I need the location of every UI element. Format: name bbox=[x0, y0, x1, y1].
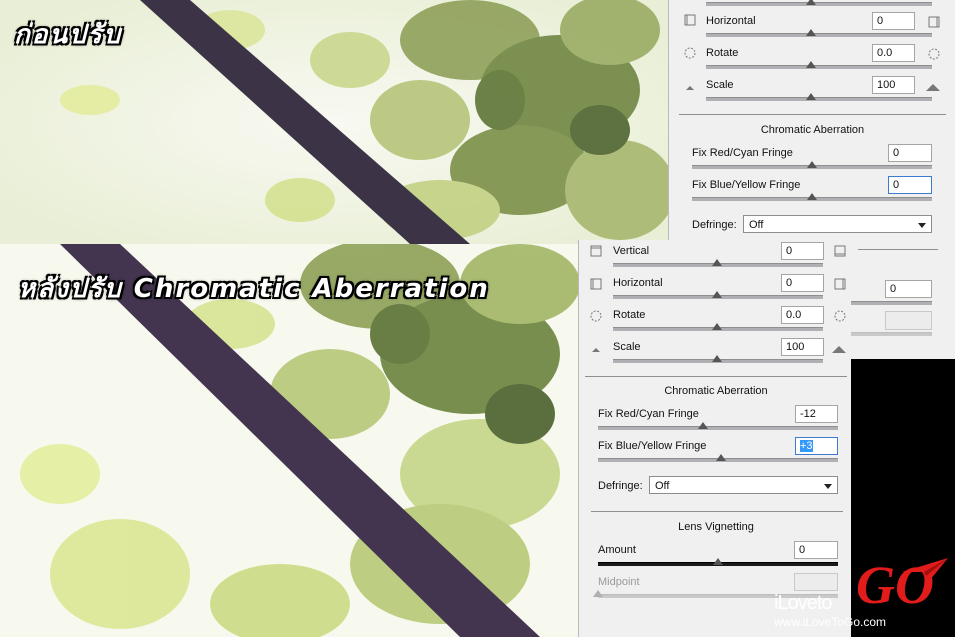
fix-red-cyan-slider-thumb[interactable] bbox=[807, 161, 817, 168]
chevron-down-icon bbox=[824, 484, 832, 489]
fix-red-cyan-row: Fix Red/Cyan Fringe -12 bbox=[598, 405, 843, 425]
horizontal-perspective-left-icon[interactable] bbox=[589, 277, 603, 291]
section-divider bbox=[679, 114, 946, 115]
fix-red-cyan-label: Fix Red/Cyan Fringe bbox=[598, 408, 699, 420]
fix-red-cyan-slider-track[interactable] bbox=[598, 426, 838, 430]
after-label: หลังปรับ Chromatic Aberration bbox=[18, 274, 490, 304]
rotate-right-icon[interactable] bbox=[927, 47, 941, 61]
rotate-slider-thumb[interactable] bbox=[712, 323, 722, 330]
chromatic-aberration-title: Chromatic Aberration bbox=[664, 385, 768, 397]
horizontal-label: Horizontal bbox=[613, 277, 663, 289]
rotate-label: Rotate bbox=[613, 309, 646, 321]
scale-up-icon[interactable] bbox=[925, 80, 940, 94]
fix-blue-yellow-slider-thumb[interactable] bbox=[716, 454, 726, 461]
partial-disabled-slider-track bbox=[840, 332, 932, 336]
scale-slider-track[interactable] bbox=[706, 97, 932, 101]
rotate-left-icon[interactable] bbox=[589, 309, 603, 323]
horizontal-slider-track[interactable] bbox=[706, 33, 932, 37]
fix-red-cyan-input[interactable]: -12 bbox=[795, 405, 838, 423]
horizontal-value-input[interactable]: 0 bbox=[872, 12, 915, 30]
chevron-down-icon bbox=[918, 223, 926, 228]
lens-corrections-panel-before-partial: 0 bbox=[840, 244, 955, 359]
iloveto-go-logo: iLoveto GO www.iLoveToGo.com bbox=[772, 556, 955, 637]
amount-label: Amount bbox=[598, 544, 636, 556]
horizontal-slider-thumb[interactable] bbox=[806, 29, 816, 36]
section-divider bbox=[585, 376, 847, 377]
horizontal-perspective-right-icon[interactable] bbox=[833, 277, 847, 291]
partial-slider-track[interactable] bbox=[840, 301, 932, 305]
vertical-perspective-bottom-icon[interactable] bbox=[833, 244, 847, 258]
rotate-label: Rotate bbox=[706, 47, 739, 59]
fix-blue-yellow-slider-thumb[interactable] bbox=[807, 193, 817, 200]
rotate-value-input[interactable]: 0.0 bbox=[872, 44, 915, 62]
midpoint-slider-thumb bbox=[593, 590, 603, 597]
section-divider bbox=[858, 249, 938, 250]
defringe-select[interactable]: Off bbox=[649, 476, 838, 494]
fix-red-cyan-label: Fix Red/Cyan Fringe bbox=[692, 147, 793, 159]
horizontal-row: Horizontal 0 bbox=[706, 12, 936, 32]
horizontal-label: Horizontal bbox=[706, 15, 756, 27]
defringe-label: Defringe: bbox=[692, 219, 737, 231]
horizontal-perspective-left-icon[interactable] bbox=[683, 13, 697, 27]
rotate-row: Rotate 0.0 bbox=[706, 44, 936, 64]
rotate-value-input[interactable]: 0.0 bbox=[781, 306, 824, 324]
rotate-left-icon[interactable] bbox=[683, 46, 697, 60]
slider-thumb[interactable] bbox=[806, 0, 816, 5]
vertical-value-input[interactable]: 0 bbox=[781, 242, 824, 260]
scale-up-icon[interactable] bbox=[831, 342, 846, 356]
fix-blue-yellow-label: Fix Blue/Yellow Fringe bbox=[692, 179, 801, 191]
scale-slider-thumb[interactable] bbox=[712, 355, 722, 362]
fix-red-cyan-input[interactable]: 0 bbox=[888, 144, 932, 162]
scale-value-input[interactable]: 100 bbox=[781, 338, 824, 356]
defringe-label: Defringe: bbox=[598, 480, 643, 492]
before-label: ก่อนปรับ bbox=[14, 20, 123, 50]
vertical-perspective-top-icon[interactable] bbox=[589, 244, 603, 258]
fix-blue-yellow-selected-text: +3 bbox=[800, 440, 813, 452]
amount-slider-thumb[interactable] bbox=[713, 558, 723, 565]
defringe-selected-value: Off bbox=[749, 219, 764, 231]
scale-down-icon[interactable] bbox=[589, 342, 603, 356]
rotate-right-icon[interactable] bbox=[833, 309, 847, 323]
scale-slider-thumb[interactable] bbox=[806, 93, 816, 100]
scale-label: Scale bbox=[613, 341, 641, 353]
scale-row: Scale 100 bbox=[706, 76, 936, 96]
horizontal-value-input[interactable]: 0 bbox=[781, 274, 824, 292]
rotate-slider-track[interactable] bbox=[706, 65, 932, 69]
partial-disabled-input bbox=[885, 311, 932, 330]
logo-url-text: www.iLoveToGo.com bbox=[774, 615, 887, 629]
scale-label: Scale bbox=[706, 79, 734, 91]
lens-corrections-panel-before: Horizontal 0 Rotate 0.0 Scale 100 Chroma… bbox=[668, 0, 955, 244]
fix-blue-yellow-label: Fix Blue/Yellow Fringe bbox=[598, 440, 707, 452]
scale-down-icon[interactable] bbox=[683, 80, 697, 94]
horizontal-slider-thumb[interactable] bbox=[712, 291, 722, 298]
paper-plane-icon bbox=[900, 556, 950, 586]
section-divider bbox=[591, 511, 843, 512]
chromatic-aberration-title: Chromatic Aberration bbox=[760, 124, 865, 136]
midpoint-label: Midpoint bbox=[598, 576, 640, 588]
defringe-select[interactable]: Off bbox=[743, 215, 932, 233]
lens-vignetting-title: Lens Vignetting bbox=[678, 521, 754, 533]
logo-brand-text: iLoveto bbox=[774, 592, 832, 614]
slider-track[interactable] bbox=[706, 2, 932, 6]
fix-blue-yellow-input[interactable]: 0 bbox=[888, 176, 932, 194]
defringe-selected-value: Off bbox=[655, 480, 670, 492]
fix-red-cyan-slider-thumb[interactable] bbox=[698, 422, 708, 429]
vertical-label: Vertical bbox=[613, 245, 650, 257]
horizontal-perspective-right-icon[interactable] bbox=[927, 15, 941, 29]
scale-value-input[interactable]: 100 bbox=[872, 76, 915, 94]
partial-value-input[interactable]: 0 bbox=[885, 280, 932, 298]
fix-blue-yellow-input[interactable]: +3 bbox=[795, 437, 838, 455]
vertical-slider-thumb[interactable] bbox=[712, 259, 722, 266]
rotate-slider-thumb[interactable] bbox=[806, 61, 816, 68]
